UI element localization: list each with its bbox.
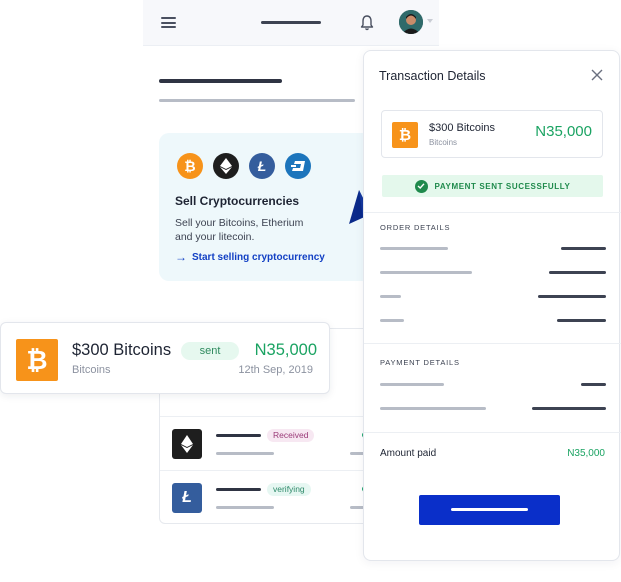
bitcoin-icon: ₿ bbox=[177, 153, 203, 179]
transaction-details-panel: Transaction Details ₿ $300 Bitcoins Bitc… bbox=[363, 50, 621, 561]
transaction-date: 12th Sep, 2019 bbox=[238, 364, 313, 376]
ethereum-icon bbox=[213, 153, 239, 179]
order-detail-row bbox=[380, 319, 606, 322]
status-badge: sent bbox=[181, 342, 239, 360]
transaction-subtitle: Bitcoins bbox=[429, 138, 458, 147]
status-badge: Received bbox=[267, 429, 315, 442]
payment-detail-row bbox=[380, 383, 606, 386]
status-badge: verifying bbox=[267, 483, 311, 496]
transaction-amount: N35,000 bbox=[254, 341, 317, 359]
order-detail-row bbox=[380, 247, 606, 250]
close-icon[interactable] bbox=[591, 69, 603, 81]
dash-icon bbox=[285, 153, 311, 179]
bitcoin-transaction-card[interactable]: ₿ $300 Bitcoins Bitcoins sent N35,000 12… bbox=[0, 322, 330, 394]
divider bbox=[364, 432, 621, 433]
transaction-summary: ₿ $300 Bitcoins Bitcoins N35,000 bbox=[381, 110, 603, 158]
sell-card-description: Sell your Bitcoins, Etherium and your li… bbox=[175, 217, 304, 243]
button-label-placeholder bbox=[451, 508, 528, 511]
bell-icon[interactable] bbox=[359, 14, 375, 32]
bitcoin-icon: ₿ bbox=[392, 122, 418, 148]
bitcoin-icon: ₿ bbox=[16, 339, 58, 381]
ethereum-icon bbox=[172, 429, 202, 459]
success-banner: PAYMENT SENT SUCESSFULLY bbox=[382, 175, 603, 197]
transaction-title: $300 Bitcoins bbox=[429, 122, 496, 134]
chevron-down-icon[interactable] bbox=[427, 19, 433, 23]
page-subheading-placeholder bbox=[159, 99, 355, 102]
list-item[interactable]: Ł verifying bbox=[160, 470, 370, 524]
panel-title: Transaction Details bbox=[379, 69, 486, 83]
start-selling-label: Start selling cryptocurrency bbox=[192, 251, 325, 263]
amount-paid-value: N35,000 bbox=[567, 448, 605, 459]
sell-card-title: Sell Cryptocurrencies bbox=[175, 194, 300, 208]
payment-details-label: PAYMENT DETAILS bbox=[380, 358, 460, 367]
litecoin-icon: Ł bbox=[249, 153, 275, 179]
divider bbox=[364, 212, 621, 213]
start-selling-link[interactable]: → Start selling cryptocurrency bbox=[175, 250, 325, 264]
row-subtitle-placeholder bbox=[216, 452, 274, 455]
order-detail-row bbox=[380, 295, 606, 298]
success-message: PAYMENT SENT SUCESSFULLY bbox=[434, 181, 571, 191]
menu-icon[interactable] bbox=[161, 17, 176, 28]
order-detail-row bbox=[380, 271, 606, 274]
divider bbox=[364, 343, 621, 344]
row-subtitle-placeholder bbox=[216, 506, 274, 509]
order-details-label: ORDER DETAILS bbox=[380, 223, 451, 232]
litecoin-icon: Ł bbox=[172, 483, 202, 513]
topbar-title-placeholder bbox=[261, 21, 321, 24]
check-circle-icon bbox=[414, 179, 428, 193]
avatar[interactable] bbox=[399, 10, 423, 34]
row-title-placeholder bbox=[216, 488, 261, 491]
row-title-placeholder bbox=[216, 434, 261, 437]
transaction-subtitle: Bitcoins bbox=[72, 364, 111, 376]
transaction-title: $300 Bitcoins bbox=[72, 341, 172, 359]
payment-detail-row bbox=[380, 407, 606, 410]
arrow-right-icon: → bbox=[175, 250, 187, 264]
page-heading-placeholder bbox=[159, 79, 282, 83]
top-bar bbox=[143, 0, 439, 46]
amount-paid-label: Amount paid bbox=[380, 448, 437, 459]
transaction-amount: N35,000 bbox=[535, 123, 592, 140]
sell-crypto-card: ₿ Ł Sell Cryptocurrencies Sell your Bitc… bbox=[159, 133, 389, 281]
list-item[interactable]: Received bbox=[160, 416, 370, 470]
primary-action-button[interactable] bbox=[419, 495, 560, 525]
